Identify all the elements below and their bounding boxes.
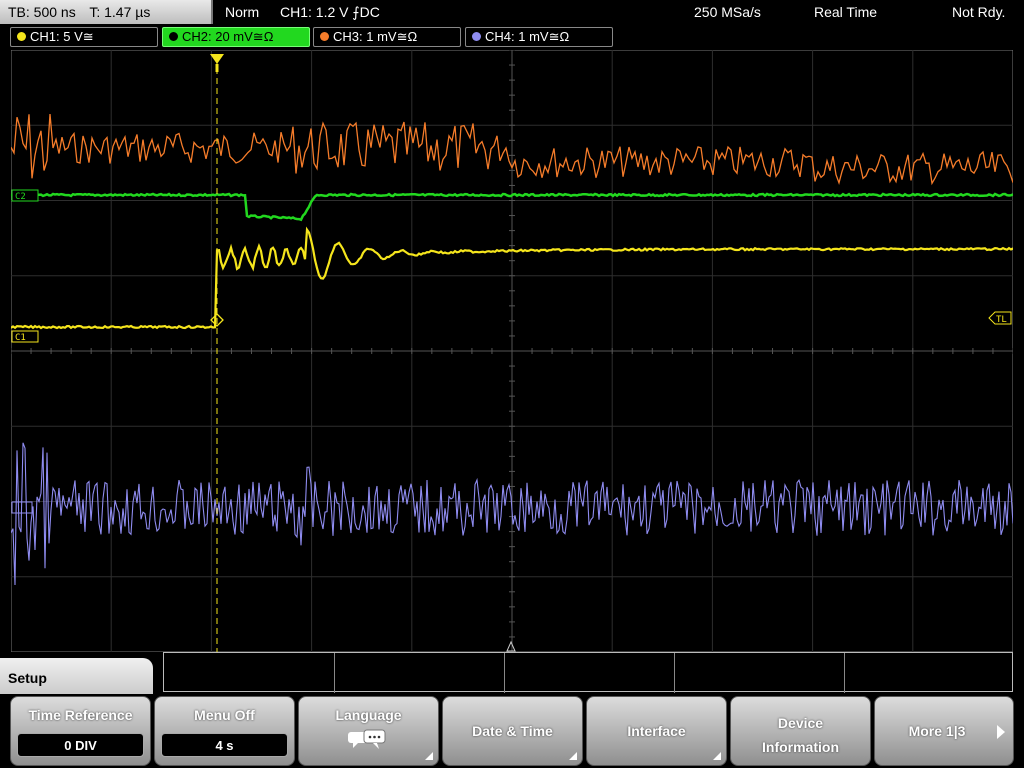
- language-label: Language: [335, 707, 402, 723]
- timebase-box[interactable]: TB: 500 ns T: 1.47 µs: [0, 0, 213, 24]
- submenu-corner-icon: [713, 752, 721, 760]
- menu-off-label: Menu Off: [194, 707, 255, 723]
- menu-title-tab: Setup: [0, 658, 153, 698]
- speech-bubbles-icon: [348, 729, 386, 749]
- ch2-offset-marker[interactable]: C2: [11, 189, 39, 202]
- message-area: [163, 652, 1013, 693]
- channel-tab-ch1[interactable]: CH1: 5 V≅: [10, 27, 158, 47]
- device-information-button[interactable]: Device Information: [730, 696, 871, 766]
- ch1-label: CH1: 5 V≅: [30, 29, 94, 44]
- ch4-label: CH4: 1 mV≅Ω: [485, 29, 570, 44]
- more-button[interactable]: More 1|3: [874, 696, 1014, 766]
- status-bar: TB: 500 ns T: 1.47 µs Norm CH1: 1.2 V ⨍D…: [0, 0, 1024, 24]
- menu-off-button[interactable]: Menu Off 4 s: [154, 696, 295, 766]
- submenu-corner-icon: [425, 752, 433, 760]
- interface-button[interactable]: Interface: [586, 696, 727, 766]
- submenu-corner-icon: [569, 752, 577, 760]
- device-info-label-line2: Information: [762, 739, 839, 755]
- time-reference-label: Time Reference: [28, 707, 133, 723]
- ch1-color-dot-icon: [17, 32, 26, 41]
- ch3-color-dot-icon: [320, 32, 329, 41]
- date-time-label: Date & Time: [472, 723, 553, 739]
- acquisition-mode: Real Time: [814, 4, 878, 20]
- time-reference-button[interactable]: Time Reference 0 DIV: [10, 696, 151, 766]
- ch4-color-dot-icon: [472, 32, 481, 41]
- channel-tab-ch2[interactable]: CH2: 20 mV≅Ω: [162, 27, 310, 47]
- ch2-color-dot-icon: [169, 32, 178, 41]
- channel-tab-ch3[interactable]: CH3: 1 mV≅Ω: [313, 27, 461, 47]
- ch1-marker-label: C1: [15, 333, 26, 343]
- ch2-label: CH2: 20 mV≅Ω: [182, 29, 274, 44]
- language-button[interactable]: Language: [298, 696, 439, 766]
- trigger-state: Not Rdy.: [952, 4, 1006, 20]
- softkey-bar: Time Reference 0 DIV Menu Off 4 s Langua…: [0, 694, 1024, 768]
- trigger-level-label: TL: [996, 315, 1007, 325]
- time-reference-value: 0 DIV: [17, 733, 144, 757]
- timebase-value: TB: 500 ns: [8, 4, 76, 20]
- sample-rate: 250 MSa/s: [694, 4, 761, 20]
- waveform-display[interactable]: C2 C1 TL: [11, 50, 1013, 652]
- menu-off-value: 4 s: [161, 733, 288, 757]
- trigger-mode[interactable]: Norm: [225, 4, 259, 20]
- trigger-info[interactable]: CH1: 1.2 V ⨍DC: [280, 4, 380, 21]
- ch2-marker-label: C2: [15, 192, 26, 202]
- date-time-button[interactable]: Date & Time: [442, 696, 583, 766]
- next-page-arrow-icon: [997, 725, 1005, 739]
- ch1-offset-marker[interactable]: C1: [11, 330, 39, 343]
- menu-title: Setup: [8, 670, 47, 686]
- device-info-label-line1: Device: [777, 715, 824, 731]
- ch3-label: CH3: 1 mV≅Ω: [333, 29, 418, 44]
- interface-label: Interface: [627, 723, 686, 739]
- more-label: More 1|3: [908, 723, 966, 739]
- channel-bar: CH1: 5 V≅ CH2: 20 mV≅Ω CH3: 1 mV≅Ω CH4: …: [0, 26, 1024, 48]
- trigger-time-value: T: 1.47 µs: [89, 4, 151, 20]
- channel-tab-ch4[interactable]: CH4: 1 mV≅Ω: [465, 27, 613, 47]
